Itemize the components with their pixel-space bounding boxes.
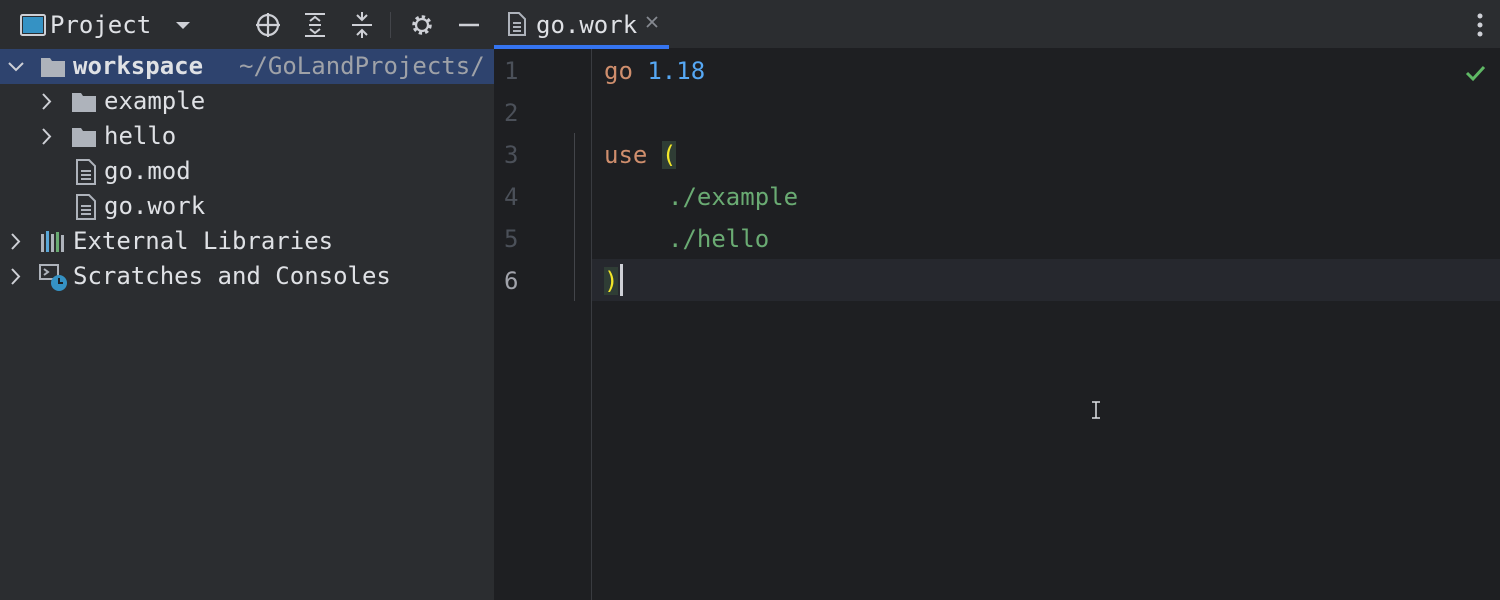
editor-tab-bar: go.work: [494, 0, 1500, 49]
keyword-go: go: [604, 57, 633, 85]
project-header: Project: [0, 0, 494, 49]
tree-item-label: workspace: [73, 52, 204, 80]
minimize-icon[interactable]: [454, 10, 484, 40]
ibeam-cursor-icon: [1092, 401, 1100, 419]
folder-icon: [72, 128, 96, 147]
chevron-right-icon[interactable]: [36, 119, 58, 154]
chevron-right-icon[interactable]: [5, 259, 27, 294]
toolbar-divider: [390, 12, 391, 38]
code-line-1: go 1.18: [604, 50, 705, 92]
chevron-down-icon[interactable]: [5, 49, 27, 84]
project-title[interactable]: Project: [50, 9, 151, 41]
go-version: 1.18: [647, 57, 706, 85]
project-tool-window: Project workspace ~/GoLandProjects/ exam…: [0, 0, 494, 600]
project-window-icon: [20, 14, 46, 36]
use-path-hello: ./hello: [668, 225, 770, 253]
keyword-use: use: [604, 141, 648, 169]
close-paren: ): [604, 267, 619, 295]
editor: go.work 1 2 3 4 5 6 go 1.18 use ( ./exam…: [494, 0, 1500, 600]
line-number: 2: [504, 99, 519, 127]
tree-item-label: example: [104, 87, 206, 115]
code-line-4: ./example: [668, 176, 798, 218]
code-line-6: ): [604, 260, 619, 302]
file-icon: [76, 194, 96, 220]
line-number: 5: [504, 225, 519, 253]
open-paren: (: [661, 141, 677, 169]
libraries-icon: [41, 231, 64, 252]
tree-item-label: External Libraries: [73, 227, 334, 255]
file-icon: [76, 159, 96, 185]
tree-item-workspace[interactable]: workspace ~/GoLandProjects/: [0, 49, 494, 84]
tree-item-label: go.mod: [104, 157, 191, 185]
check-icon[interactable]: [1464, 62, 1486, 84]
chevron-right-icon[interactable]: [5, 224, 27, 259]
folder-icon: [72, 93, 96, 112]
close-icon[interactable]: [644, 14, 660, 30]
file-icon: [508, 12, 526, 36]
expand-all-icon[interactable]: [300, 10, 330, 40]
chevron-right-icon[interactable]: [36, 84, 58, 119]
crosshair-icon[interactable]: [253, 10, 283, 40]
code-line-3: use (: [604, 134, 677, 176]
tree-item-label: hello: [104, 122, 177, 150]
current-line-highlight: [592, 259, 1500, 301]
tab-label: go.work: [536, 11, 638, 39]
line-number-gutter: 1 2 3 4 5 6: [494, 49, 592, 600]
line-number: 3: [504, 141, 519, 169]
tree-item-label: Scratches and Consoles: [73, 262, 391, 290]
code-line-5: ./hello: [668, 218, 769, 260]
line-number: 1: [504, 57, 519, 85]
folder-icon: [41, 58, 65, 77]
scratches-icon: [39, 264, 67, 291]
code-area[interactable]: go 1.18 use ( ./example ./hello ): [592, 49, 1500, 600]
tree-item-path: ~/GoLandProjects/: [239, 52, 485, 80]
fold-guide: [574, 133, 575, 301]
gear-icon[interactable]: [407, 10, 437, 40]
tree-item-go-work[interactable]: go.work: [0, 189, 494, 224]
text-caret: [620, 264, 623, 296]
tree-item-go-mod[interactable]: go.mod: [0, 154, 494, 189]
tree-item-hello[interactable]: hello: [0, 119, 494, 154]
use-path-example: ./example: [668, 183, 799, 211]
more-vertical-icon[interactable]: [1474, 12, 1486, 38]
tree-item-scratches-and-consoles[interactable]: Scratches and Consoles: [0, 259, 494, 294]
line-number: 4: [504, 183, 519, 211]
tree-item-external-libraries[interactable]: External Libraries: [0, 224, 494, 259]
collapse-all-icon[interactable]: [347, 10, 377, 40]
tree-item-example[interactable]: example: [0, 84, 494, 119]
tree-item-label: go.work: [104, 192, 206, 220]
current-line-number: 6: [504, 267, 519, 295]
tab-go-work[interactable]: go.work: [494, 0, 669, 49]
chevron-down-icon[interactable]: [168, 10, 198, 40]
